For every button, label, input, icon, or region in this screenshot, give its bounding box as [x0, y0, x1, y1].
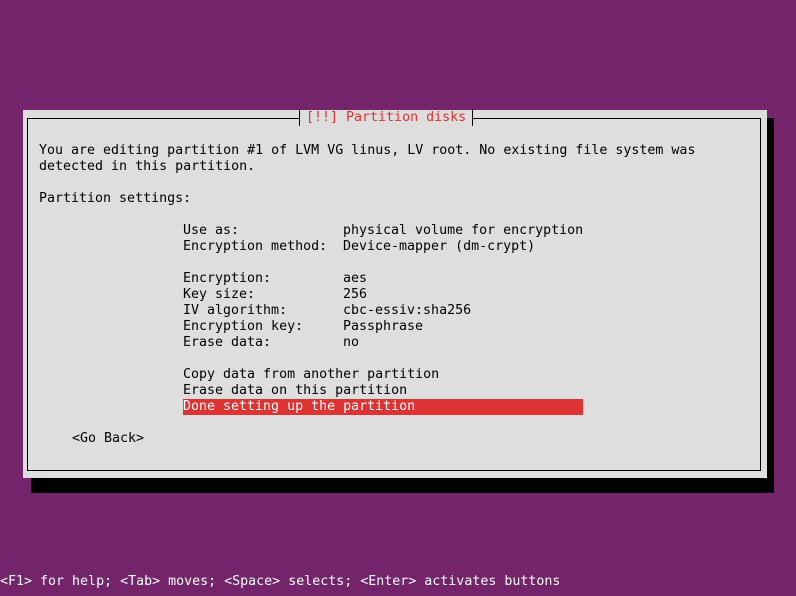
setting-label-use-as: Use as: — [183, 223, 240, 238]
setting-label-encryption-method: Encryption method: — [183, 239, 328, 254]
go-back-button[interactable]: <Go Back> — [72, 431, 144, 447]
setting-value-erase-data[interactable]: no — [343, 335, 359, 351]
setting-label-iv-algorithm: IV algorithm: — [183, 303, 288, 318]
action-done-label: Done setting up the partition — [183, 399, 416, 414]
setting-label-encryption-key: Encryption key: — [183, 319, 304, 334]
setting-value-encryption-method[interactable]: Device-mapper (dm-crypt) — [343, 239, 535, 255]
intro-text-line2: detected in this partition. — [39, 159, 256, 174]
setting-value-use-as[interactable]: physical volume for encryption — [343, 223, 583, 239]
settings-heading: Partition settings: — [39, 191, 192, 206]
setting-value-iv-algorithm[interactable]: cbc-essiv:sha256 — [343, 303, 471, 319]
setting-value-key-size[interactable]: 256 — [343, 287, 367, 303]
dialog-title: [!!] Partition disks — [299, 110, 474, 126]
action-copy-data[interactable]: Copy data from another partition — [183, 367, 439, 383]
setting-label-key-size: Key size: — [183, 287, 256, 302]
setting-label-erase-data: Erase data: — [183, 335, 272, 350]
setting-value-encryption-key[interactable]: Passphrase — [343, 319, 423, 335]
status-bar-help: <F1> for help; <Tab> moves; <Space> sele… — [0, 574, 561, 589]
partition-dialog: [!!] Partition disks You are editing par… — [23, 110, 767, 478]
intro-text-line1: You are editing partition #1 of LVM VG l… — [39, 143, 696, 158]
action-done-setting-up[interactable]: Done setting up the partition — [183, 399, 583, 415]
setting-label-encryption: Encryption: — [183, 271, 272, 286]
setting-value-encryption[interactable]: aes — [343, 271, 367, 287]
action-erase-data[interactable]: Erase data on this partition — [183, 383, 407, 399]
